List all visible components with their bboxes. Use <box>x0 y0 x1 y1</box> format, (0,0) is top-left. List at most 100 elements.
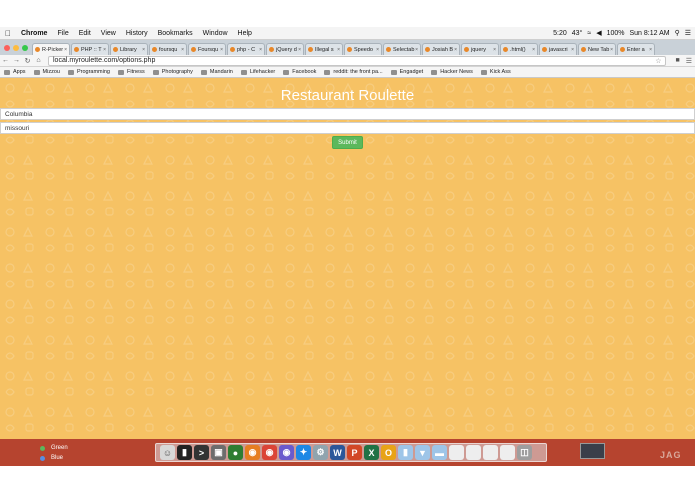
wifi-icon[interactable]: ≈ <box>587 30 591 37</box>
powerpoint-icon[interactable]: P <box>347 445 362 460</box>
reload-icon[interactable]: ↻ <box>22 57 33 65</box>
bookmark-8[interactable]: reddit: the front pa... <box>320 69 386 75</box>
temperature-label[interactable]: 43° <box>572 30 583 37</box>
menu-help[interactable]: Help <box>233 30 257 37</box>
window-thumbnail-icon[interactable] <box>466 445 481 460</box>
window-thumbnail-icon[interactable] <box>500 445 515 460</box>
tag-green[interactable]: Green <box>40 443 90 453</box>
back-icon[interactable]: ← <box>0 57 11 64</box>
app-green-icon[interactable]: ● <box>228 445 243 460</box>
window-thumbnail-icon[interactable] <box>483 445 498 460</box>
system-preferences-icon[interactable]: ⚙ <box>313 445 328 460</box>
tab-7[interactable]: Illegal s × <box>305 43 343 55</box>
bookmark-11[interactable]: Kick Ass <box>477 69 515 75</box>
spotlight-icon[interactable]: ⚲ <box>675 29 680 37</box>
bookmark-9[interactable]: Engadget <box>387 69 428 75</box>
tab-close-icon[interactable]: × <box>454 47 457 53</box>
firefox-icon[interactable]: ◉ <box>245 445 260 460</box>
folder-icon[interactable]: ▮ <box>398 445 413 460</box>
apple-icon[interactable]:  <box>0 29 16 38</box>
app-purple-icon[interactable]: ◉ <box>279 445 294 460</box>
tab-11[interactable]: jquery × <box>461 43 499 55</box>
tab-close-icon[interactable]: × <box>259 47 262 53</box>
word-icon[interactable]: W <box>330 445 345 460</box>
bookmark-5[interactable]: Mandarin <box>197 69 237 75</box>
tab-close-icon[interactable]: × <box>376 47 379 53</box>
datetime-label[interactable]: Sun 8:12 AM <box>629 30 669 37</box>
zoom-window-icon[interactable] <box>22 45 28 51</box>
tab-close-icon[interactable]: × <box>532 47 535 53</box>
notification-center-icon[interactable]: ☰ <box>685 29 691 37</box>
menu-history[interactable]: History <box>121 30 153 37</box>
bookmark-1[interactable]: Mizzou <box>30 69 64 75</box>
chrome-icon[interactable]: ◉ <box>262 445 277 460</box>
outlook-icon[interactable]: O <box>381 445 396 460</box>
bookmark-0[interactable]: Apps <box>0 69 30 75</box>
desktop-window-thumbnail[interactable] <box>580 443 605 459</box>
city-input[interactable]: Columbia <box>0 108 695 120</box>
menu-view[interactable]: View <box>96 30 121 37</box>
tab-9[interactable]: Selectab × <box>383 43 421 55</box>
bookmark-star-icon[interactable]: ☆ <box>655 57 661 65</box>
extension-icon[interactable]: ■ <box>672 57 682 64</box>
finder-icon[interactable]: ☺ <box>160 445 175 460</box>
trash-icon[interactable]: ◫ <box>517 445 532 460</box>
tab-close-icon[interactable]: × <box>64 47 67 53</box>
bookmark-7[interactable]: Facebook <box>279 69 320 75</box>
minimize-window-icon[interactable] <box>13 45 19 51</box>
menu-file[interactable]: File <box>52 30 73 37</box>
tab-15[interactable]: Enter a × <box>617 43 655 55</box>
excel-icon[interactable]: X <box>364 445 379 460</box>
forward-icon[interactable]: → <box>11 57 22 64</box>
tag-blue[interactable]: Blue <box>40 453 90 463</box>
tab-1[interactable]: PHP :: T × <box>71 43 109 55</box>
tab-close-icon[interactable]: × <box>298 47 301 53</box>
tab-0[interactable]: R-Picker × <box>32 43 70 55</box>
menu-edit[interactable]: Edit <box>74 30 96 37</box>
tab-3[interactable]: foursqu × <box>149 43 187 55</box>
preview-icon[interactable]: ▣ <box>211 445 226 460</box>
tab-2[interactable]: Library × <box>110 43 148 55</box>
bookmark-2[interactable]: Programming <box>64 69 114 75</box>
tab-close-icon[interactable]: × <box>181 47 184 53</box>
downloads-folder-icon[interactable]: ▼ <box>415 445 430 460</box>
tab-13[interactable]: javascri × <box>539 43 577 55</box>
tab-close-icon[interactable]: × <box>337 47 340 53</box>
safari-icon[interactable]: ✦ <box>296 445 311 460</box>
tab-8[interactable]: Speedo × <box>344 43 382 55</box>
chrome-menu-icon[interactable]: ☰ <box>683 57 695 65</box>
tab-close-icon[interactable]: × <box>610 47 613 53</box>
address-bar[interactable]: local.myroulette.com/options.php ☆ <box>48 55 667 66</box>
bookmark-10[interactable]: Hacker News <box>427 69 477 75</box>
tab-6[interactable]: jQuery d × <box>266 43 304 55</box>
tab-close-icon[interactable]: × <box>103 47 106 53</box>
documents-folder-icon[interactable]: ▬ <box>432 445 447 460</box>
home-icon[interactable]: ⌂ <box>33 57 44 64</box>
tab-close-icon[interactable]: × <box>142 47 145 53</box>
menu-bookmarks[interactable]: Bookmarks <box>153 30 198 37</box>
tab-close-icon[interactable]: × <box>493 47 496 53</box>
close-window-icon[interactable] <box>4 45 10 51</box>
tab-12[interactable]: .html() × <box>500 43 538 55</box>
window-thumbnail-icon[interactable] <box>449 445 464 460</box>
time-label[interactable]: 5:20 <box>553 30 567 37</box>
submit-button[interactable]: Submit <box>332 136 363 149</box>
tab-4[interactable]: Foursqu × <box>188 43 226 55</box>
menu-chrome[interactable]: Chrome <box>16 30 52 37</box>
tab-5[interactable]: php - C × <box>227 43 265 55</box>
tab-close-icon[interactable]: × <box>220 47 223 53</box>
state-input[interactable]: missouri <box>0 122 695 134</box>
bookmark-6[interactable]: Lifehacker <box>237 69 279 75</box>
menu-window[interactable]: Window <box>198 30 233 37</box>
activity-monitor-icon[interactable]: ▮ <box>177 445 192 460</box>
tab-close-icon[interactable]: × <box>649 47 652 53</box>
tab-14[interactable]: New Tab × <box>578 43 616 55</box>
tab-10[interactable]: Josiah B × <box>422 43 460 55</box>
battery-label[interactable]: 100% <box>607 30 625 37</box>
tab-close-icon[interactable]: × <box>571 47 574 53</box>
bookmark-3[interactable]: Fitness <box>114 69 149 75</box>
terminal-icon[interactable]: > <box>194 445 209 460</box>
bookmark-4[interactable]: Photography <box>149 69 197 75</box>
volume-icon[interactable]: ◀ <box>596 29 601 37</box>
tab-close-icon[interactable]: × <box>415 47 418 53</box>
